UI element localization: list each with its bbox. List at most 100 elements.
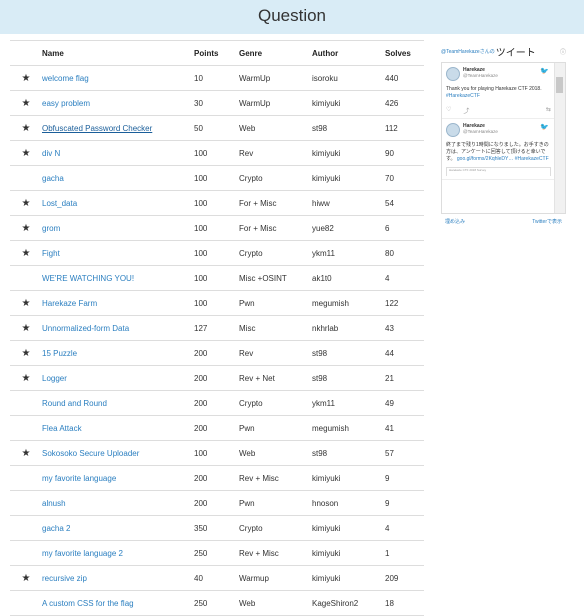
points-cell: 100 xyxy=(194,290,239,316)
challenge-link[interactable]: Fight xyxy=(42,249,60,258)
genre-cell: For + Misc xyxy=(239,190,312,216)
author-cell: st98 xyxy=(312,340,385,366)
author-cell: isoroku xyxy=(312,65,385,91)
table-row: alnush 200 Pwn hnoson 9 xyxy=(10,490,424,516)
points-cell: 100 xyxy=(194,165,239,191)
table-row: ★ Logger 200 Rev + Net st98 21 xyxy=(10,365,424,391)
challenge-link[interactable]: Sokosoko Secure Uploader xyxy=(42,449,139,458)
challenge-link[interactable]: WE'RE WATCHING YOU! xyxy=(42,274,134,283)
challenge-name-cell: my favorite language 2 xyxy=(42,540,194,566)
challenge-link[interactable]: Obfuscated Password Checker xyxy=(42,124,152,133)
star-icon: ★ xyxy=(10,315,42,341)
star-icon xyxy=(10,590,42,616)
like-icon[interactable]: ♡ xyxy=(446,106,451,115)
genre-cell: Web xyxy=(239,590,312,616)
solves-cell: 57 xyxy=(385,440,424,466)
table-row: Round and Round 200 Crypto ykm11 49 xyxy=(10,390,424,416)
author-cell: st98 xyxy=(312,115,385,141)
genre-cell: Pwn xyxy=(239,490,312,516)
genre-cell: For + Misc xyxy=(239,215,312,241)
genre-cell: Rev xyxy=(239,140,312,166)
challenge-name-cell: 15 Puzzle xyxy=(42,340,194,366)
genre-cell: Rev xyxy=(239,340,312,366)
challenge-link[interactable]: Unnormalized-form Data xyxy=(42,324,129,333)
solves-cell: 80 xyxy=(385,240,424,266)
page-title: Question xyxy=(257,6,327,25)
challenge-link[interactable]: Flea Attack xyxy=(42,424,82,433)
table-row: ★ Sokosoko Secure Uploader 100 Web st98 57 xyxy=(10,440,424,466)
challenge-name-cell: Harekaze Farm xyxy=(42,290,194,316)
avatar[interactable] xyxy=(446,123,460,137)
star-icon: ★ xyxy=(10,565,42,591)
challenge-link[interactable]: recursive zip xyxy=(42,574,87,583)
points-cell: 127 xyxy=(194,315,239,341)
challenge-link[interactable]: easy problem xyxy=(42,99,90,108)
table-row: A custom CSS for the flag 250 Web KageShiro… xyxy=(10,590,424,616)
table-row: ★ Unnormalized-form Data 127 Misc nkhrlab 43 xyxy=(10,315,424,341)
header-points: Points xyxy=(194,40,239,66)
points-cell: 200 xyxy=(194,490,239,516)
genre-cell: Misc xyxy=(239,315,312,341)
tweet-link[interactable]: goo.gl/forms/2KqhleDY… xyxy=(457,156,513,162)
tweet-item[interactable]: Harekaze @TeamHarekaze 🐦 終了まで残り1時間になりました… xyxy=(442,119,565,180)
author-cell: kimiyuki xyxy=(312,90,385,116)
widget-header-account-link[interactable]: @TeamHarekazeさんの xyxy=(441,48,495,55)
page-header: Question xyxy=(0,0,584,34)
solves-cell: 43 xyxy=(385,315,424,341)
challenge-link[interactable]: Harekaze Farm xyxy=(42,299,97,308)
author-cell: ykm11 xyxy=(312,240,385,266)
widget-footer: 埋め込み Twitterで表示 xyxy=(441,218,566,225)
challenge-name-cell: div N xyxy=(42,140,194,166)
tweet-feed[interactable]: Harekaze @TeamHarekaze 🐦 Thank you for p… xyxy=(441,62,566,214)
challenge-link[interactable]: A custom CSS for the flag xyxy=(42,599,134,608)
challenge-name-cell: grom xyxy=(42,215,194,241)
challenge-link[interactable]: gacha 2 xyxy=(42,524,70,533)
table-row: ★ 15 Puzzle 200 Rev st98 44 xyxy=(10,340,424,366)
solves-cell: 9 xyxy=(385,465,424,491)
twitter-bird-icon: 🐦 xyxy=(540,68,549,75)
challenge-link[interactable]: my favorite language 2 xyxy=(42,549,123,558)
challenge-name-cell: gacha 2 xyxy=(42,515,194,541)
solves-cell: 9 xyxy=(385,490,424,516)
table-header-row: Name Points Genre Author Solves xyxy=(10,40,424,66)
tweet-hashtag[interactable]: #HarekazeCTF xyxy=(515,156,549,162)
tweet-author-handle[interactable]: @TeamHarekaze xyxy=(463,129,498,134)
challenge-link[interactable]: welcome flag xyxy=(42,74,89,83)
tweet-hashtag[interactable]: #HarekazeCTF xyxy=(446,93,480,99)
solves-cell: 90 xyxy=(385,140,424,166)
tweet-card-preview[interactable]: Harekaze CTF 2018 Survey xyxy=(446,167,551,176)
table-row: ★ recursive zip 40 Warmup kimiyuki 209 xyxy=(10,565,424,591)
retweet-icon[interactable]: ⇆ xyxy=(546,106,551,115)
challenge-link[interactable]: gacha xyxy=(42,174,64,183)
scrollbar-thumb[interactable] xyxy=(556,77,563,93)
info-icon[interactable]: ⓘ xyxy=(560,47,566,56)
challenge-link[interactable]: Logger xyxy=(42,374,67,383)
tweet-item[interactable]: Harekaze @TeamHarekaze 🐦 Thank you for p… xyxy=(442,63,565,119)
challenge-link[interactable]: Lost_data xyxy=(42,199,77,208)
solves-cell: 426 xyxy=(385,90,424,116)
challenge-link[interactable]: alnush xyxy=(42,499,66,508)
challenge-link[interactable]: grom xyxy=(42,224,60,233)
star-icon xyxy=(10,165,42,191)
feed-scrollbar[interactable] xyxy=(554,63,565,213)
avatar[interactable] xyxy=(446,67,460,81)
genre-cell: Web xyxy=(239,440,312,466)
points-cell: 100 xyxy=(194,240,239,266)
star-icon: ★ xyxy=(10,190,42,216)
star-icon: ★ xyxy=(10,365,42,391)
challenge-link[interactable]: Round and Round xyxy=(42,399,107,408)
embed-link[interactable]: 埋め込み xyxy=(445,218,465,225)
challenge-link[interactable]: 15 Puzzle xyxy=(42,349,77,358)
star-icon xyxy=(10,540,42,566)
challenge-table: Name Points Genre Author Solves ★ welcome… xyxy=(10,40,424,616)
header-genre: Genre xyxy=(239,40,312,66)
view-on-twitter-link[interactable]: Twitterで表示 xyxy=(532,218,562,225)
star-icon: ★ xyxy=(10,290,42,316)
tweet-author-handle[interactable]: @TeamHarekaze xyxy=(463,73,498,78)
table-row: ★ welcome flag 10 WarmUp isoroku 440 xyxy=(10,65,424,91)
challenge-link[interactable]: div N xyxy=(42,149,60,158)
challenge-link[interactable]: my favorite language xyxy=(42,474,116,483)
widget-header: @TeamHarekazeさんの ツイート ⓘ xyxy=(441,44,566,59)
table-row: ★ Fight 100 Crypto ykm11 80 xyxy=(10,240,424,266)
share-icon[interactable]: ⤴ xyxy=(463,106,469,115)
